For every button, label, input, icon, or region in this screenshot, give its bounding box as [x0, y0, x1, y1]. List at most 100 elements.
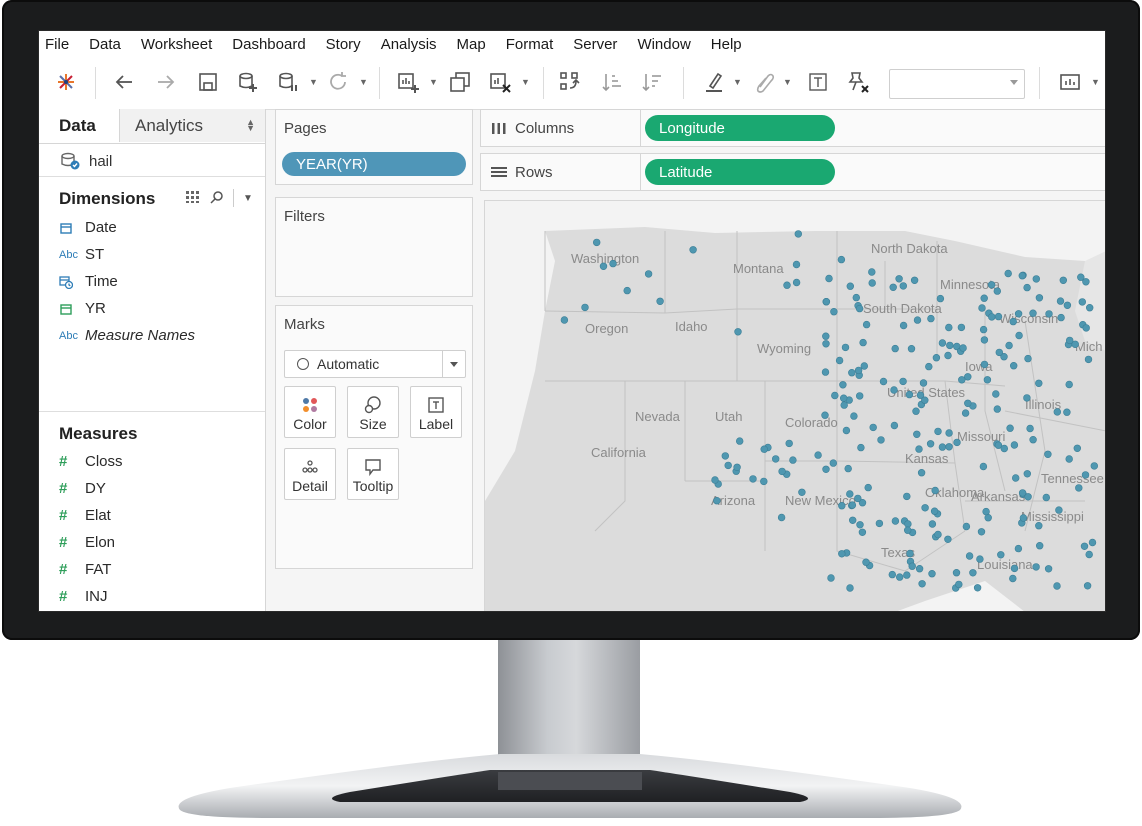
hail-point[interactable] — [1082, 278, 1090, 286]
hail-point[interactable] — [936, 294, 945, 303]
hail-point[interactable] — [934, 530, 942, 539]
hail-point[interactable] — [785, 439, 793, 448]
hail-point[interactable] — [1088, 538, 1097, 547]
hail-point[interactable] — [1035, 294, 1044, 302]
hail-point[interactable] — [825, 274, 833, 283]
pages-card[interactable]: Pages YEAR(YR) — [275, 109, 473, 185]
sort-descending-icon[interactable] — [639, 69, 665, 95]
hail-point[interactable] — [930, 507, 939, 515]
hail-point[interactable] — [1026, 424, 1034, 433]
hail-point[interactable] — [609, 259, 617, 268]
hail-point[interactable] — [749, 475, 757, 483]
swap-rows-columns-icon[interactable] — [557, 69, 583, 95]
hail-point[interactable] — [995, 348, 1003, 357]
hail-point[interactable] — [854, 366, 863, 375]
search-icon[interactable] — [210, 190, 224, 207]
hail-point[interactable] — [921, 396, 929, 404]
hail-point[interactable] — [964, 399, 972, 408]
hail-point[interactable] — [944, 351, 952, 360]
new-worksheet-icon[interactable] — [395, 69, 421, 95]
hail-point[interactable] — [1056, 297, 1065, 305]
hail-point[interactable] — [857, 443, 865, 452]
chevron-down-icon[interactable]: ▼ — [733, 77, 742, 87]
hail-point[interactable] — [852, 293, 860, 302]
hail-point[interactable] — [1005, 341, 1013, 350]
hail-point[interactable] — [772, 455, 780, 463]
hail-point[interactable] — [921, 504, 929, 512]
hail-point[interactable] — [1083, 582, 1092, 590]
hail-point[interactable] — [927, 314, 935, 323]
hail-point[interactable] — [969, 569, 977, 577]
hail-point[interactable] — [1045, 310, 1053, 318]
hail-point[interactable] — [1080, 542, 1089, 550]
hail-point[interactable] — [848, 369, 856, 377]
hail-point[interactable] — [599, 262, 608, 271]
highlight-icon[interactable] — [701, 69, 727, 95]
hail-point[interactable] — [952, 569, 961, 577]
hail-point[interactable] — [1065, 336, 1074, 345]
hail-point[interactable] — [814, 451, 822, 459]
hail-point[interactable] — [980, 294, 988, 302]
hail-point[interactable] — [711, 476, 719, 484]
hail-point[interactable] — [1014, 310, 1023, 318]
hail-point[interactable] — [1053, 582, 1061, 590]
hail-point[interactable] — [890, 421, 899, 430]
menu-worksheet[interactable]: Worksheet — [141, 36, 212, 53]
hail-point[interactable] — [899, 321, 908, 330]
field-elon[interactable]: # Elon — [59, 534, 115, 551]
mark-type-select[interactable]: Automatic — [284, 350, 466, 378]
hail-point[interactable] — [1029, 436, 1037, 444]
hail-point[interactable] — [979, 462, 988, 471]
hail-point[interactable] — [846, 584, 854, 592]
show-me-icon[interactable] — [1057, 69, 1083, 95]
hail-point[interactable] — [1059, 276, 1067, 285]
hail-point[interactable] — [1032, 563, 1040, 571]
color-button[interactable]: Color — [284, 386, 336, 438]
hail-point[interactable] — [859, 338, 867, 347]
field-inj[interactable]: # INJ — [59, 588, 108, 605]
hail-point[interactable] — [888, 570, 896, 579]
hail-point[interactable] — [560, 316, 569, 324]
hail-point[interactable] — [1035, 379, 1043, 388]
hail-point[interactable] — [896, 573, 904, 581]
clear-sheet-icon[interactable] — [487, 69, 513, 95]
field-st[interactable]: Abc ST — [59, 246, 104, 263]
pause-updates-icon[interactable] — [275, 69, 301, 95]
hail-point[interactable] — [1035, 542, 1044, 550]
field-fat[interactable]: # FAT — [59, 561, 111, 578]
hail-point[interactable] — [993, 287, 1001, 295]
hail-point[interactable] — [1053, 408, 1061, 416]
hail-point[interactable] — [904, 520, 912, 528]
menu-map[interactable]: Map — [457, 36, 486, 53]
hail-point[interactable] — [822, 340, 830, 348]
hail-point[interactable] — [977, 528, 986, 536]
hail-point[interactable] — [1032, 275, 1040, 283]
hail-point[interactable] — [994, 441, 1003, 449]
hail-point[interactable] — [1057, 313, 1065, 322]
hail-point[interactable] — [980, 360, 989, 369]
hail-point[interactable] — [1044, 565, 1053, 573]
hail-point[interactable] — [838, 502, 846, 510]
field-elat[interactable]: # Elat — [59, 507, 111, 524]
hail-point[interactable] — [988, 313, 996, 321]
hail-point[interactable] — [864, 483, 872, 492]
hail-point[interactable] — [938, 339, 947, 347]
rows-shelf[interactable]: Rows Latitude — [480, 153, 1105, 191]
hail-point[interactable] — [860, 362, 868, 370]
chevron-down-icon[interactable]: ▼ — [521, 77, 530, 87]
detail-button[interactable]: Detail — [284, 448, 336, 500]
hail-point[interactable] — [733, 463, 741, 471]
hail-point[interactable] — [835, 356, 844, 365]
tooltip-button[interactable]: Tooltip — [347, 448, 399, 500]
hail-point[interactable] — [938, 443, 947, 451]
hail-point[interactable] — [736, 437, 744, 445]
hail-point[interactable] — [904, 526, 912, 534]
hail-point[interactable] — [980, 336, 989, 344]
sort-arrows-icon[interactable]: ▲ ▼ — [246, 118, 255, 133]
hail-point[interactable] — [926, 440, 935, 448]
field-yr[interactable]: YR — [59, 300, 106, 317]
hail-point[interactable] — [656, 297, 664, 306]
hail-point[interactable] — [913, 316, 922, 324]
hail-point[interactable] — [994, 312, 1003, 321]
hail-point[interactable] — [1042, 493, 1050, 502]
